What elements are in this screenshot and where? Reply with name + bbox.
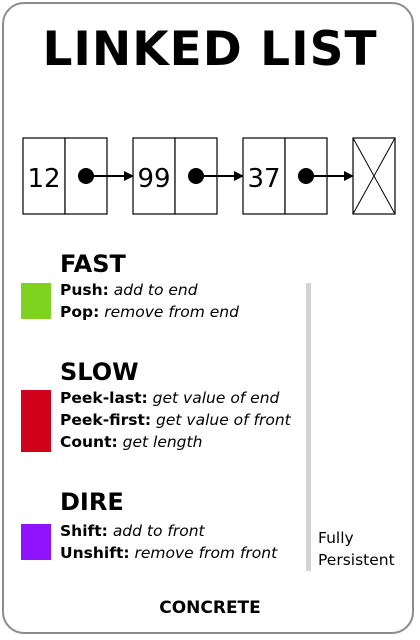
section-title-slow: SLOW <box>60 358 139 386</box>
operation-count: Count: get length <box>60 431 202 453</box>
list-node-2: 99 <box>132 137 244 215</box>
persistence-divider <box>306 283 311 571</box>
operation-push: Push: add to end <box>60 279 198 301</box>
slow-color-swatch <box>21 390 51 452</box>
operation-name: Peek-first: <box>60 411 152 429</box>
node-value-1: 12 <box>27 164 60 194</box>
operation-name: Pop: <box>60 303 100 321</box>
operation-peek-last: Peek-last: get value of end <box>60 387 279 409</box>
operation-pop: Pop: remove from end <box>60 301 239 323</box>
operation-name: Shift: <box>60 522 108 540</box>
card-footer: CONCRETE <box>159 598 261 618</box>
operation-desc: get length <box>122 433 203 451</box>
operation-desc: get value of end <box>152 389 280 407</box>
persistence-line-1: Fully <box>318 529 354 547</box>
operation-name: Unshift: <box>60 544 130 562</box>
null-node <box>352 137 396 215</box>
operation-name: Peek-last: <box>60 389 148 407</box>
persistence-line-2: Persistent <box>318 551 395 569</box>
list-node-1: 12 <box>22 137 134 215</box>
operation-peek-first: Peek-first: get value of front <box>60 409 291 431</box>
operation-shift: Shift: add to front <box>60 520 205 542</box>
node-value-3: 37 <box>247 164 280 194</box>
operation-unshift: Unshift: remove from front <box>60 542 277 564</box>
node-value-2: 99 <box>137 164 170 194</box>
list-node-3: 37 <box>242 137 354 215</box>
operation-name: Count: <box>60 433 118 451</box>
operation-desc: remove from end <box>104 303 239 321</box>
operation-desc: get value of front <box>156 411 291 429</box>
operation-name: Push: <box>60 281 109 299</box>
operation-desc: remove from front <box>134 544 278 562</box>
operation-desc: add to front <box>112 522 205 540</box>
operation-desc: add to end <box>113 281 198 299</box>
dire-color-swatch <box>21 524 51 560</box>
fast-color-swatch <box>21 283 51 319</box>
section-title-fast: FAST <box>60 250 126 278</box>
persistence-label: Fully Persistent <box>318 527 395 571</box>
section-title-dire: DIRE <box>60 488 124 516</box>
